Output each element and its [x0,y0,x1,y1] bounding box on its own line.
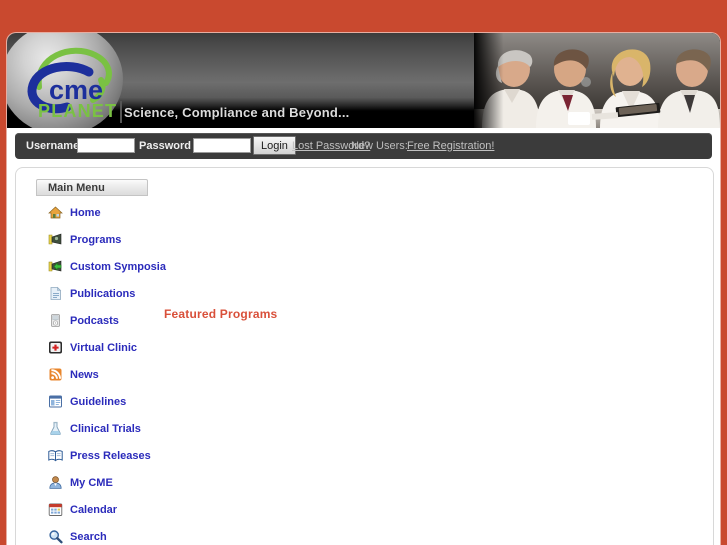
sidebar-item-label: Publications [70,287,136,300]
free-registration-link[interactable]: Free Registration! [407,133,494,159]
custom-symposia-icon [48,259,63,274]
sidebar-item-label: Search [70,530,107,543]
login-bar: Username Password Login Lost Password? N… [15,133,712,159]
username-input[interactable] [77,138,135,153]
window-list-icon [48,394,63,409]
sidebar-title: Main Menu [36,179,148,196]
main-content-panel: Featured Programs [164,168,713,545]
home-icon [48,205,63,220]
sidebar-item-label: News [70,368,99,381]
sidebar-item-label: My CME [70,476,113,489]
page-frame: cme PLANET Science, Compliance and Beyon… [7,33,720,545]
sidebar-item-label: Calendar [70,503,118,516]
planet-sphere-icon: cme PLANET [27,47,117,121]
sidebar-item-label: Press Releases [70,449,151,462]
sidebar-item-label: Home [70,206,101,219]
medical-cross-icon [48,340,63,355]
new-users-label: New Users: [351,140,408,152]
password-input[interactable] [193,138,251,153]
site-tagline: Science, Compliance and Beyond... [124,105,350,120]
projector-icon [48,232,63,247]
podcast-device-icon [48,313,63,328]
site-logo[interactable]: cme PLANET [13,41,125,123]
masthead: cme PLANET Science, Compliance and Beyon… [7,33,720,128]
password-label: Password [139,140,191,152]
sidebar-item-label: Podcasts [70,314,119,327]
content-card: Main Menu Home Programs Custom Symposia … [15,167,714,545]
rss-feed-icon [48,367,63,382]
user-icon [48,475,63,490]
sidebar-item-label: Custom Symposia [70,260,166,273]
login-button[interactable]: Login [253,136,296,155]
username-label: Username [26,140,80,152]
flask-icon [48,421,63,436]
tagline-divider [120,101,122,123]
logo-text-planet: PLANET [38,101,117,121]
featured-programs-heading: Featured Programs [164,307,278,321]
sidebar-item-label: Clinical Trials [70,422,141,435]
calendar-icon [48,502,63,517]
open-book-icon [48,448,63,463]
document-icon [48,286,63,301]
sidebar-item-label: Programs [70,233,122,246]
sidebar-item-label: Guidelines [70,395,127,408]
doctors-meeting-photo [474,33,720,128]
sidebar-item-label: Virtual Clinic [70,341,138,354]
magnifier-icon [48,529,63,544]
